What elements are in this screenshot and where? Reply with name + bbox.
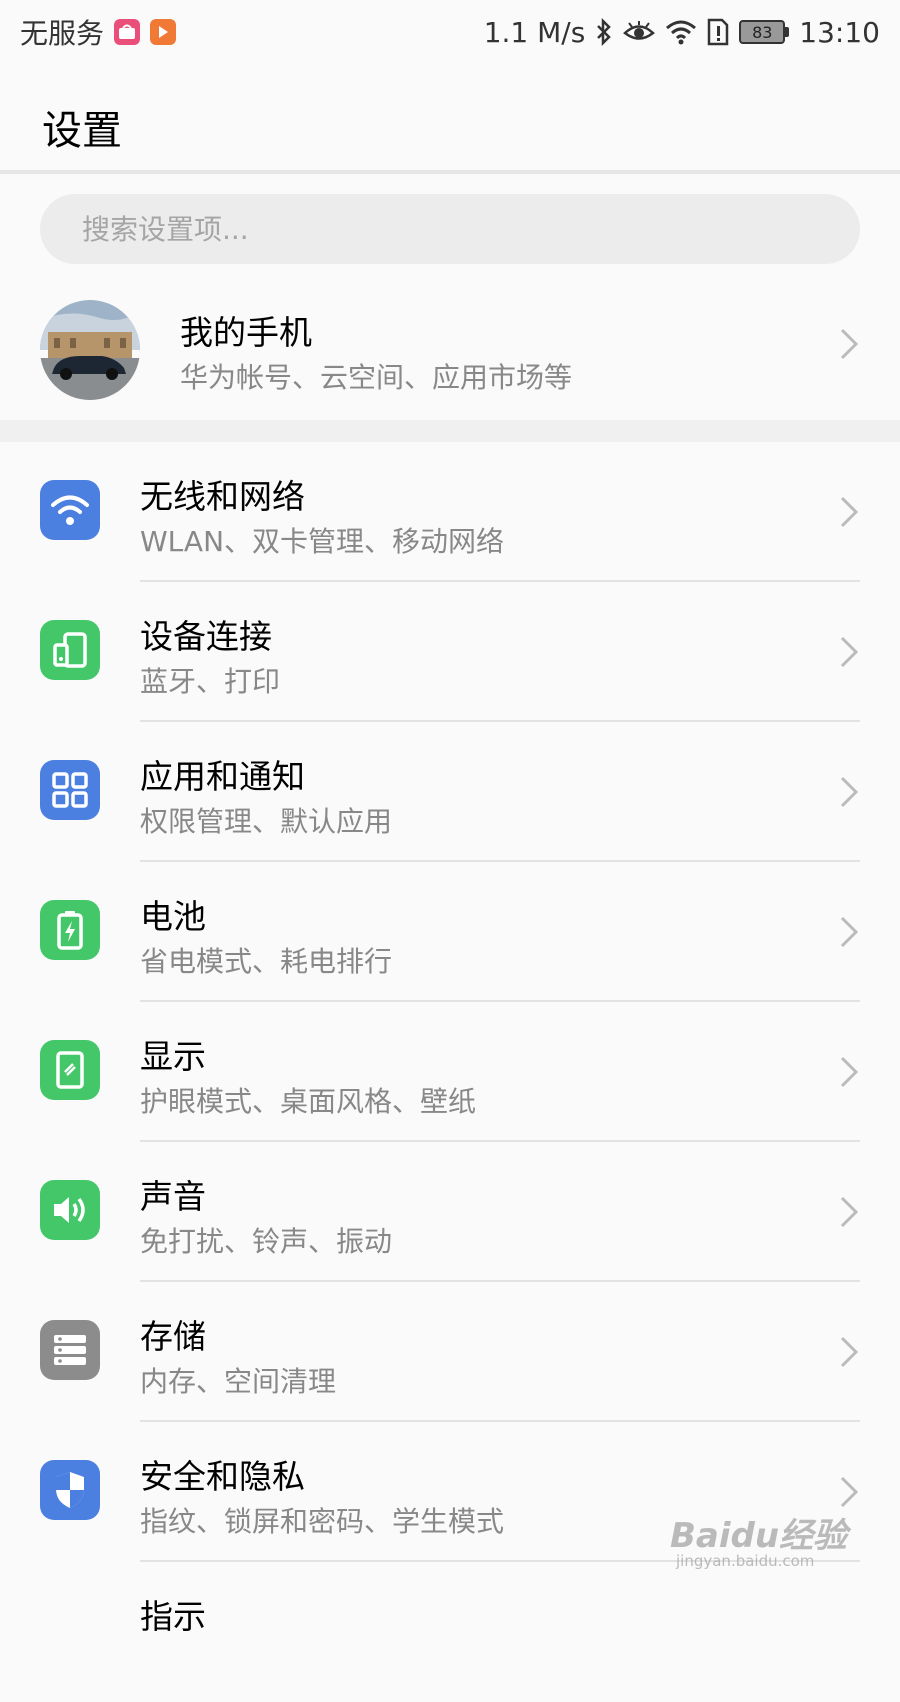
chevron-right-icon: [840, 1196, 859, 1228]
settings-item-subtitle: 省电模式、耗电排行: [140, 945, 393, 978]
settings-item-wireless-network[interactable]: 无线和网络 WLAN、双卡管理、移动网络: [0, 442, 900, 582]
settings-item-title: 显示: [140, 1037, 206, 1076]
settings-item-subtitle: 权限管理、默认应用: [140, 805, 393, 838]
sim-alert-icon: [707, 18, 729, 46]
search-bar[interactable]: [40, 194, 860, 264]
speaker-icon: [40, 1180, 100, 1240]
chevron-right-icon: [840, 636, 859, 668]
shop-app-icon: [114, 19, 141, 45]
avatar: [40, 300, 140, 400]
settings-item-device-connection[interactable]: 设备连接 蓝牙、打印: [0, 582, 900, 722]
profile-title: 我的手机: [180, 313, 312, 352]
chevron-right-icon: [840, 328, 859, 360]
settings-item-title: 声音: [140, 1177, 206, 1216]
apps-grid-icon: [40, 760, 100, 820]
page-title: 设置: [42, 108, 122, 154]
settings-item-storage[interactable]: 存储 内存、空间清理: [0, 1282, 900, 1422]
storage-icon: [40, 1320, 100, 1380]
settings-item-title: 无线和网络: [140, 477, 305, 516]
chevron-right-icon: [840, 1056, 859, 1088]
status-bar: 无服务 1.1 M/s 83 13:10: [0, 0, 900, 64]
wifi-icon: [40, 480, 100, 540]
settings-item-subtitle: 指纹、锁屏和密码、学生模式: [140, 1505, 505, 1538]
chevron-right-icon: [840, 1476, 859, 1508]
settings-item-partial[interactable]: 指示: [0, 1562, 900, 1702]
network-speed: 1.1 M/s: [483, 15, 586, 49]
settings-item-battery[interactable]: 电池 省电模式、耗电排行: [0, 862, 900, 1002]
settings-item-title: 安全和隐私: [140, 1457, 305, 1496]
device-connection-icon: [40, 620, 100, 680]
my-phone-row[interactable]: 我的手机 华为帐号、云空间、应用市场等: [0, 282, 900, 422]
settings-item-title: 电池: [140, 897, 206, 936]
shield-icon: [40, 1460, 100, 1520]
chevron-right-icon: [840, 496, 859, 528]
chevron-right-icon: [840, 1336, 859, 1368]
header: 设置: [0, 64, 900, 174]
settings-item-subtitle: 免打扰、铃声、振动: [140, 1225, 393, 1258]
settings-item-title: 设备连接: [140, 617, 272, 656]
settings-item-display[interactable]: 显示 护眼模式、桌面风格、壁纸: [0, 1002, 900, 1142]
settings-item-subtitle: WLAN、双卡管理、移动网络: [140, 525, 505, 558]
battery-level: 83: [739, 20, 786, 44]
baidu-watermark: Baidu经验 jingyan.baidu.com: [670, 1508, 860, 1578]
settings-item-subtitle: 内存、空间清理: [140, 1365, 337, 1398]
carrier-label: 无服务: [20, 17, 105, 50]
settings-item-subtitle: 蓝牙、打印: [140, 665, 281, 698]
settings-item-sound[interactable]: 声音 免打扰、铃声、振动: [0, 1142, 900, 1282]
section-divider: [0, 420, 900, 442]
battery-charging-icon: [40, 900, 100, 960]
settings-item-apps-notifications[interactable]: 应用和通知 权限管理、默认应用: [0, 722, 900, 862]
video-app-icon: [150, 19, 177, 45]
watermark-url: jingyan.baidu.com: [676, 1552, 815, 1570]
profile-subtitle: 华为帐号、云空间、应用市场等: [180, 361, 573, 394]
watermark-brand: Baidu经验: [670, 1516, 848, 1556]
clock: 13:10: [799, 15, 880, 49]
chevron-right-icon: [840, 916, 859, 948]
wifi-icon: [665, 19, 697, 45]
settings-item-title: 应用和通知: [140, 757, 305, 796]
bluetooth-icon: [595, 18, 613, 46]
battery-icon: 83: [739, 20, 790, 44]
eye-care-icon: [623, 20, 656, 44]
settings-item-subtitle: 护眼模式、桌面风格、壁纸: [140, 1085, 477, 1118]
display-icon: [40, 1040, 100, 1100]
search-input[interactable]: [80, 211, 784, 247]
chevron-right-icon: [840, 776, 859, 808]
settings-item-title: 存储: [140, 1317, 206, 1356]
settings-item-title: 指示: [140, 1597, 206, 1636]
